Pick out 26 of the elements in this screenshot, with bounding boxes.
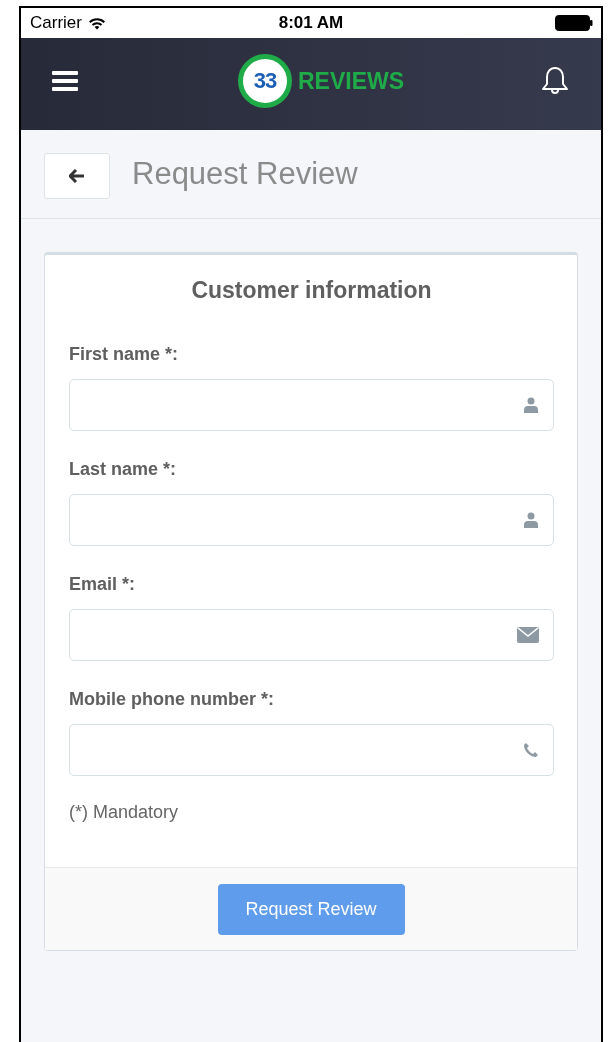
field-label: First name *: xyxy=(69,344,180,365)
person-icon xyxy=(523,397,539,413)
person-icon xyxy=(523,512,539,528)
logo-badge: 33 xyxy=(237,54,292,108)
bell-icon[interactable] xyxy=(540,65,570,97)
field-label: Last name *: xyxy=(69,459,178,480)
back-arrow-icon xyxy=(69,169,85,183)
input-field[interactable] xyxy=(69,609,554,661)
status-time: 8:01 AM xyxy=(278,13,344,33)
envelope-icon xyxy=(517,627,539,643)
mandatory-note: (*) Mandatory xyxy=(69,802,180,823)
field-label: Email *: xyxy=(69,574,137,595)
phone-icon xyxy=(523,742,539,758)
carrier-name: Carrier xyxy=(30,13,82,33)
request-review-button[interactable]: Request Review xyxy=(217,884,405,935)
field-label: Mobile phone number *: xyxy=(69,689,275,710)
input-field[interactable] xyxy=(69,379,554,431)
menu-icon[interactable] xyxy=(52,70,78,92)
input-field[interactable] xyxy=(69,724,554,776)
back-button[interactable] xyxy=(44,153,110,199)
card-title: Customer information xyxy=(190,277,433,304)
logo-text: REVIEWS xyxy=(297,67,405,95)
input-field[interactable] xyxy=(69,494,554,546)
battery-icon xyxy=(555,15,593,31)
wifi-icon xyxy=(87,16,106,30)
page-title: Request Review xyxy=(132,156,358,192)
